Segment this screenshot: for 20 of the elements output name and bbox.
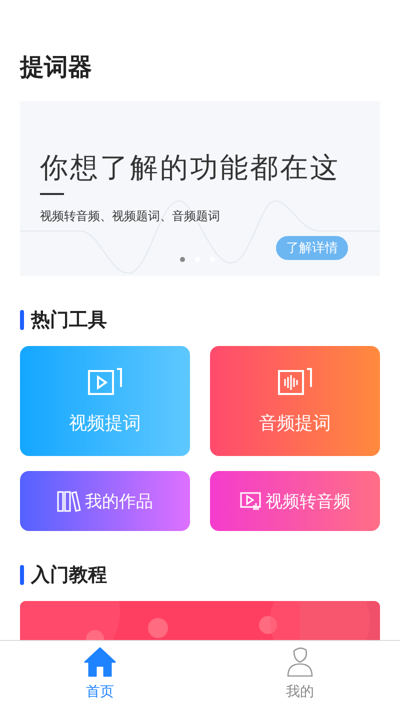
section-heading: 入门教程 — [20, 563, 380, 587]
tab-item[interactable]: 我的 — [200, 641, 400, 711]
page-title: 提词器 — [20, 52, 93, 83]
banner-headline: 你想了解的功能都在这 — [40, 151, 340, 185]
learn-more-button[interactable]: 了解详情 — [276, 236, 348, 260]
tool-tile[interactable]: 音频提词 — [210, 346, 380, 456]
tab-item[interactable]: 首页 — [0, 641, 200, 711]
sound-wave-icon — [277, 367, 313, 397]
banner-card[interactable]: 你想了解的功能都在这 视频转音频、视频题词、音频题词 了解详情 — [20, 101, 380, 276]
video-audio-icon — [240, 491, 262, 511]
tool-tile[interactable]: 视频提词 — [20, 346, 190, 456]
banner-subtitle: 视频转音频、视频题词、音频题词 — [40, 208, 220, 225]
tool-tile[interactable]: 我的作品 — [20, 471, 190, 531]
home-icon — [84, 647, 116, 677]
section-heading: 热门工具 — [20, 308, 380, 332]
person-icon — [286, 647, 314, 677]
carousel-dot[interactable] — [180, 257, 185, 262]
tool-tile[interactable]: 视频转音频 — [210, 471, 380, 531]
books-icon — [57, 490, 81, 512]
video-play-icon — [87, 367, 123, 397]
